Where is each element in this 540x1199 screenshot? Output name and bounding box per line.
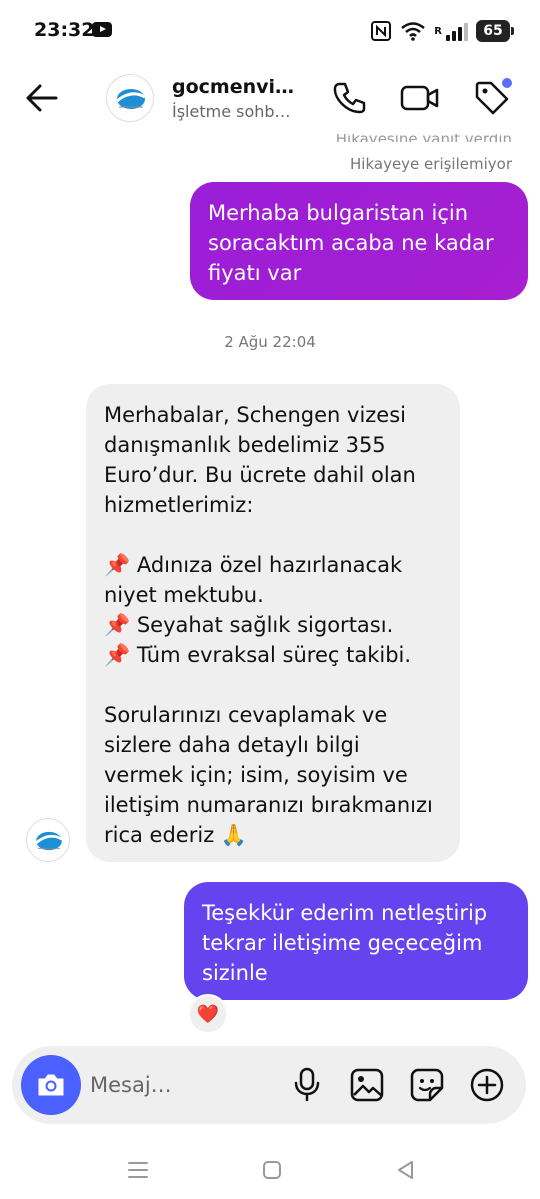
youtube-icon: [92, 22, 112, 37]
chat-title[interactable]: gocmenvi…: [172, 76, 294, 98]
system-nav-bar: [0, 1140, 540, 1199]
recent-apps-icon: [128, 1162, 148, 1178]
camera-button[interactable]: [21, 1055, 81, 1115]
video-camera-icon: [400, 85, 439, 111]
heart-reaction[interactable]: ❤️: [188, 994, 228, 1034]
gallery-icon: [350, 1068, 384, 1102]
sticker-button[interactable]: [408, 1066, 446, 1104]
chat-header: gocmenvi… İşletme sohb…: [0, 62, 540, 134]
battery-icon: 65: [476, 20, 514, 42]
sticker-icon: [410, 1068, 444, 1102]
message-input[interactable]: [90, 1068, 270, 1102]
microphone-button[interactable]: [288, 1066, 326, 1104]
chat-subtitle: İşletme sohb…: [172, 102, 291, 121]
back-arrow-icon[interactable]: [22, 78, 62, 118]
home-icon: [263, 1161, 281, 1179]
signal-label: R: [434, 25, 442, 37]
status-bar: 23:32 R 65: [0, 0, 540, 62]
notification-dot: [502, 78, 512, 88]
call-button[interactable]: [326, 76, 370, 120]
camera-icon: [38, 1074, 64, 1096]
nfc-icon: [371, 21, 392, 41]
incoming-message[interactable]: Merhabalar, Schengen vizesi danışmanlık …: [86, 384, 460, 862]
status-time: 23:32: [34, 19, 95, 41]
outgoing-message[interactable]: Merhaba bulgaristan için soracaktım acab…: [190, 182, 528, 300]
gallery-button[interactable]: [348, 1066, 386, 1104]
recent-apps-button[interactable]: [118, 1152, 158, 1188]
status-icons: R 65: [370, 18, 514, 44]
back-button[interactable]: [386, 1152, 426, 1188]
video-call-button[interactable]: [398, 76, 442, 120]
tag-button[interactable]: [470, 76, 514, 120]
plus-icon: [470, 1068, 504, 1102]
microphone-icon: [294, 1067, 320, 1102]
home-button[interactable]: [252, 1152, 292, 1188]
incoming-message-text: Merhabalar, Schengen vizesi danışmanlık …: [104, 403, 433, 847]
logo-icon: [35, 831, 63, 851]
sender-avatar[interactable]: [26, 818, 70, 862]
message-timestamp: 2 Ağu 22:04: [224, 333, 316, 351]
logo-icon: [116, 89, 146, 109]
story-unavailable-note: Hikayeye erişilemiyor: [350, 155, 512, 173]
signal-icon: R: [434, 21, 468, 41]
battery-level: 65: [483, 23, 503, 39]
message-composer: [12, 1046, 526, 1124]
back-triangle-icon: [398, 1161, 413, 1179]
wifi-icon: [401, 22, 426, 41]
avatar[interactable]: [106, 74, 154, 122]
phone-icon: [333, 82, 366, 114]
plus-button[interactable]: [468, 1066, 506, 1104]
outgoing-message[interactable]: Teşekkür ederim netleştirip tekrar ileti…: [184, 882, 528, 1000]
